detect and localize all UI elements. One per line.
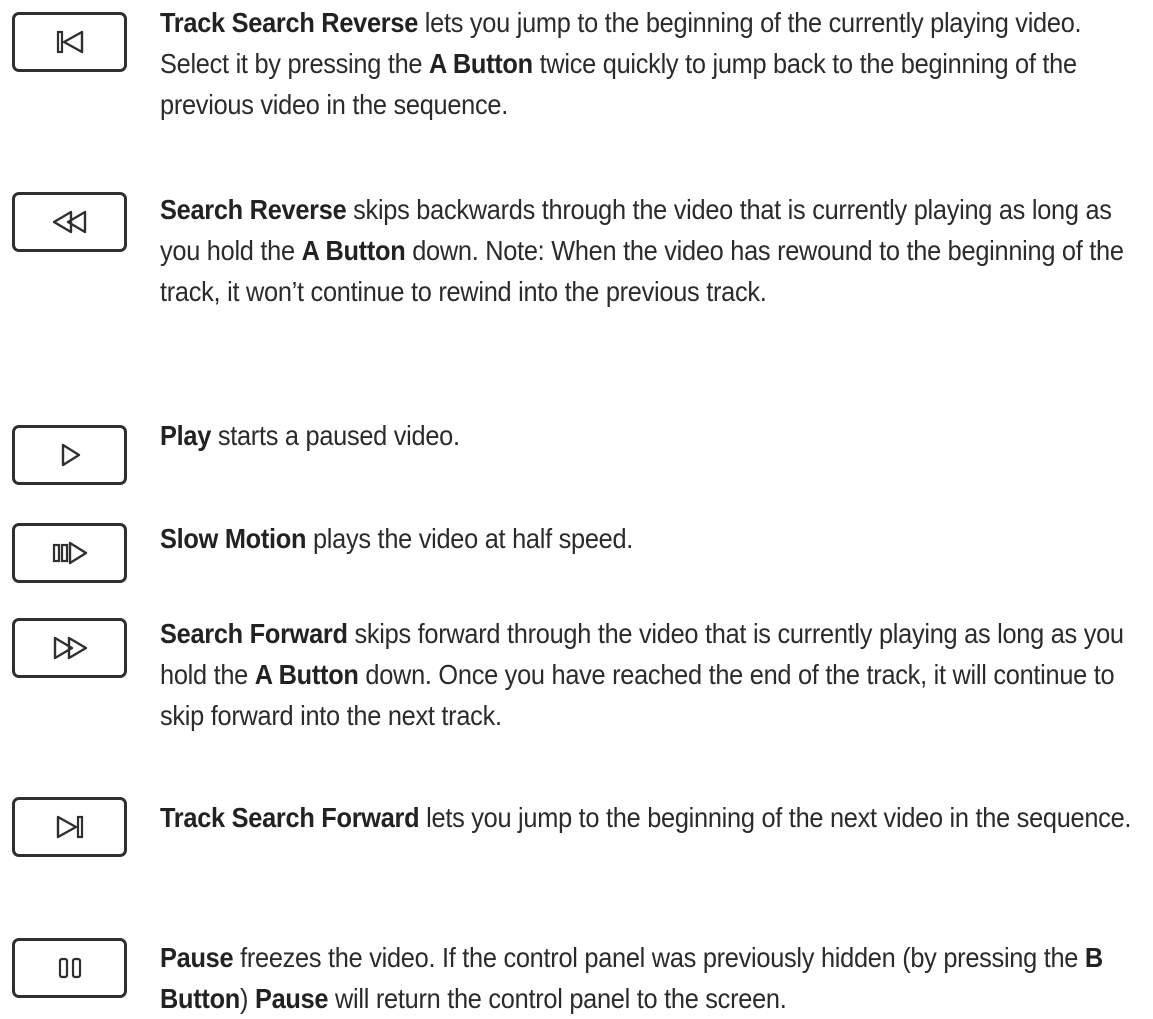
bold-term: Pause [160,942,234,973]
description-text: starts a paused video. [211,420,460,451]
track-search-forward-icon [56,815,83,839]
description-text: lets you jump to the beginning of the ne… [419,802,1132,833]
bold-term: Track Search Forward [160,802,420,833]
entry-description: Slow Motion plays the video at half spee… [160,518,1146,559]
bold-term: A Button [254,659,359,690]
entry-description: Search Forward skips forward through the… [160,613,1146,736]
bold-term: A Button [429,48,533,79]
play-button[interactable] [12,425,127,485]
track-search-reverse-button[interactable] [12,12,127,72]
entry-description: Track Search Forward lets you jump to th… [160,797,1146,838]
pause-button[interactable] [12,938,127,998]
bold-term: A Button [301,235,406,266]
search-reverse-icon [52,210,86,234]
bold-term: Search Forward [160,618,348,649]
description-text: will return the control panel to the scr… [328,983,787,1014]
bold-term: Search Reverse [160,194,347,225]
slow-motion-icon [52,541,87,565]
slow-motion-button[interactable] [12,523,127,583]
search-reverse-button[interactable] [12,192,127,252]
bold-term: Slow Motion [160,523,307,554]
description-text: freezes the video. If the control panel … [233,942,1085,973]
pause-icon [58,957,81,979]
search-forward-button[interactable] [12,618,127,678]
bold-term: Play [160,420,212,451]
play-icon [61,443,80,467]
track-search-forward-button[interactable] [12,797,127,857]
bold-term: Pause [254,983,329,1014]
search-forward-icon [53,636,87,660]
description-text: ) [239,983,255,1014]
track-search-reverse-icon [56,30,83,54]
entry-description: Track Search Reverse lets you jump to th… [160,2,1146,125]
entry-description: Play starts a paused video. [160,415,1146,456]
entry-description: Search Reverse skips backwards through t… [160,189,1146,312]
entry-description: Pause freezes the video. If the control … [160,937,1146,1019]
manual-page: { "entries": [ { "id": "track-search-rev… [0,0,1153,1017]
description-text: plays the video at half speed. [306,523,634,554]
bold-term: Track Search Reverse [160,7,419,38]
